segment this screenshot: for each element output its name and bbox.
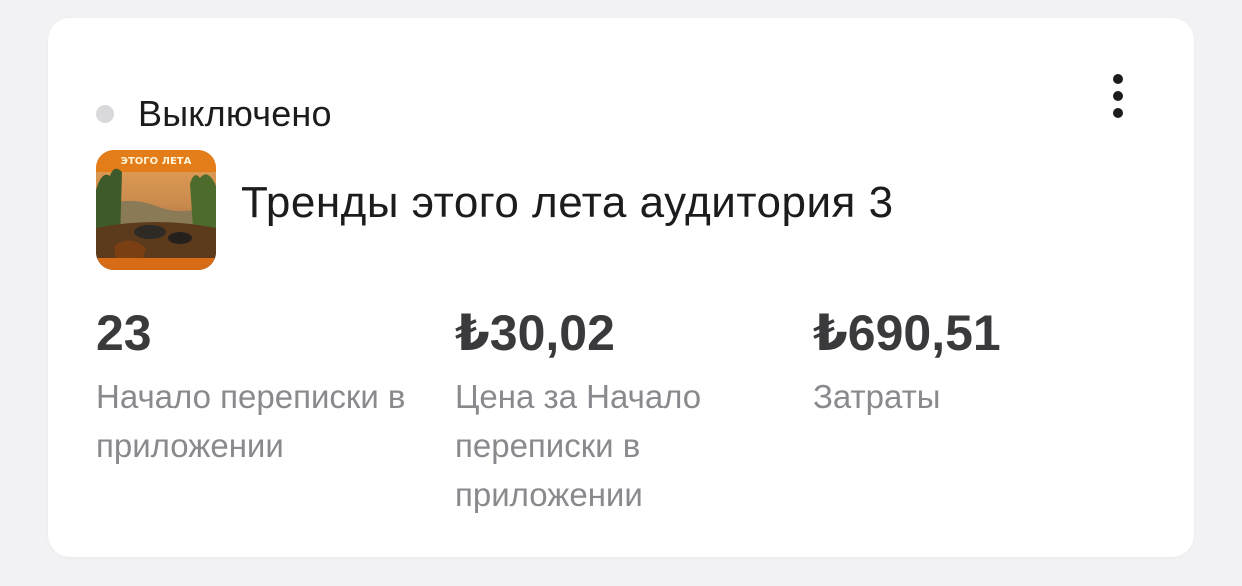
ad-thumbnail: ЭТОГО ЛЕТА <box>96 150 216 270</box>
metric-value: ₺30,02 <box>455 305 615 361</box>
more-dot <box>1113 108 1123 118</box>
more-dot <box>1113 74 1123 84</box>
ad-thumbnail-image: ЭТОГО ЛЕТА <box>96 150 216 270</box>
metric-label: Цена за Начало переписки в приложении <box>455 378 702 513</box>
ad-title[interactable]: Тренды этого лета аудитория 3 <box>241 178 894 228</box>
status-dot <box>96 105 114 123</box>
metric-label: Затраты <box>813 378 941 415</box>
more-dot <box>1113 91 1123 101</box>
metric-label: Начало переписки в приложении <box>96 378 406 464</box>
metric-spend: ₺690,51 Затраты <box>813 306 1113 421</box>
status-row: Выключено <box>96 92 332 136</box>
metric-conversations: 23 Начало переписки в приложении <box>96 306 436 470</box>
status-label: Выключено <box>138 93 332 134</box>
metric-value: 23 <box>96 305 152 361</box>
thumbnail-caption: ЭТОГО ЛЕТА <box>121 156 192 167</box>
metric-value: ₺690,51 <box>813 305 1001 361</box>
ad-campaign-card[interactable]: Выключено ЭТОГО ЛЕТА Тренды этого лета а… <box>48 18 1194 557</box>
more-options-icon[interactable] <box>1096 74 1140 118</box>
metric-cost-per-conversation: ₺30,02 Цена за Начало переписки в прилож… <box>455 306 755 519</box>
